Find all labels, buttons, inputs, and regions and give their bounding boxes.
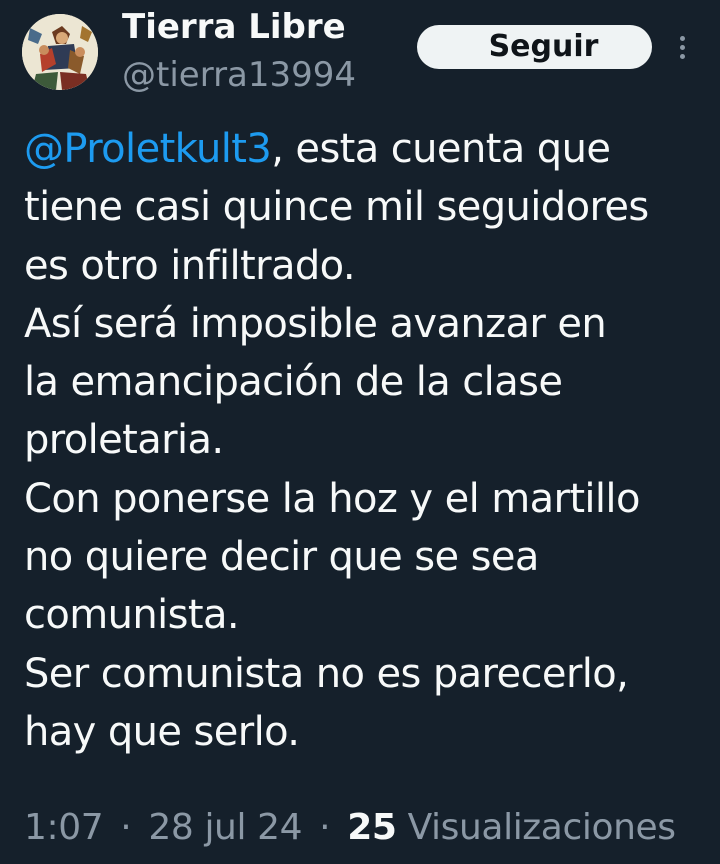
tweet-line: comunista. <box>24 592 240 639</box>
avatar[interactable] <box>22 14 98 90</box>
more-vertical-icon[interactable] <box>672 32 692 64</box>
tweet-line: Con ponerse la hoz y el martillo <box>24 475 640 522</box>
tweet-line: no quiere decir que se sea <box>24 534 539 581</box>
more-dot <box>680 36 685 41</box>
tweet-date[interactable]: 28 jul 24 <box>148 807 302 848</box>
tweet-line: tiene casi quince mil seguidores <box>24 184 649 231</box>
views-count[interactable]: 25 <box>347 807 397 848</box>
illustrated-figures-avatar-icon <box>22 14 98 90</box>
tweet-line: Ser comunista no es parecerlo, <box>24 650 629 697</box>
tweet-meta: 1:07 · 28 jul 24 · 25 Visualizaciones <box>24 804 676 852</box>
more-dot <box>680 54 685 59</box>
mention-link[interactable]: @Proletkult3 <box>24 126 272 172</box>
tweet-line: la emancipación de la clase <box>24 359 563 406</box>
meta-separator: · <box>319 807 331 848</box>
meta-separator: · <box>120 807 132 848</box>
tweet-line: @Proletkult3, esta cuenta que <box>24 126 611 172</box>
tweet-line: Así será imposible avanzar en <box>24 300 607 347</box>
follow-button[interactable]: Seguir <box>417 25 652 69</box>
display-name[interactable]: Tierra Libre <box>122 6 346 48</box>
tweet-line: proletaria. <box>24 417 224 464</box>
tweet-text: @Proletkult3, esta cuenta que tiene casi… <box>24 120 704 761</box>
tweet-header: Tierra Libre @tierra13994 Seguir <box>0 0 720 110</box>
tweet-line: hay que serlo. <box>24 708 300 755</box>
tweet-time[interactable]: 1:07 <box>24 807 104 848</box>
user-handle[interactable]: @tierra13994 <box>122 54 356 96</box>
more-dot <box>680 45 685 50</box>
tweet-line: es otro infiltrado. <box>24 242 356 289</box>
views-label[interactable]: Visualizaciones <box>408 807 676 848</box>
